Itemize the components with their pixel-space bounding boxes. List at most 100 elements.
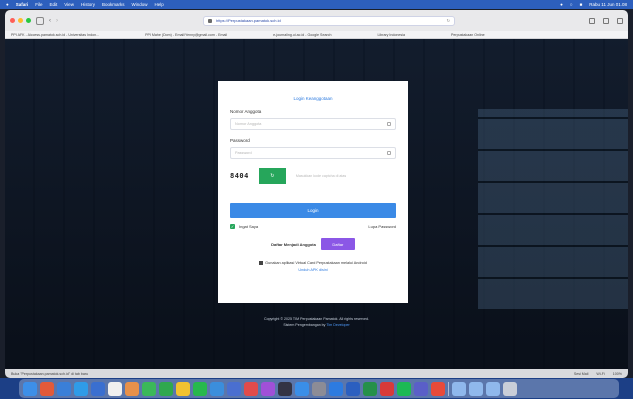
spotify-icon[interactable] [397, 381, 411, 396]
remember-me-label[interactable]: Ingat Saya [239, 224, 258, 229]
password-input[interactable]: Password [230, 147, 396, 159]
remember-me-checkbox[interactable]: ✓ [230, 224, 235, 229]
menu-window[interactable]: Window [131, 2, 147, 7]
status-item: Wi-Fi [596, 371, 605, 376]
register-button[interactable]: Daftar [320, 238, 355, 250]
menu-bookmarks[interactable]: Bookmarks [102, 2, 125, 7]
podcasts-icon[interactable] [261, 381, 275, 396]
footer-credit: Sistem Pengembangan by Tim Developer [5, 323, 628, 327]
desktop-bottom [0, 378, 633, 399]
download-apk-link[interactable]: Unduh APK disini [230, 268, 396, 272]
teams-icon[interactable] [414, 381, 428, 396]
footer-credit-prefix: Sistem Pengembangan by [283, 323, 326, 327]
new-tab-icon[interactable] [603, 17, 609, 24]
toolbar-right-icons [589, 17, 623, 24]
pdf-icon[interactable] [380, 381, 394, 396]
close-window-button[interactable] [10, 18, 15, 23]
window-controls [10, 18, 31, 23]
menubar-clock[interactable]: Rabu 11 Jun 01.08 [589, 2, 627, 7]
menu-view[interactable]: View [64, 2, 74, 7]
status-item: 100% [612, 371, 622, 376]
notes-icon[interactable] [91, 381, 105, 396]
menu-edit[interactable]: Edit [50, 2, 58, 7]
member-number-label: Nomor Anggota [230, 109, 262, 114]
bookmark-item[interactable]: Library Indonesia [377, 33, 405, 37]
zoom-window-button[interactable] [26, 18, 31, 23]
menu-app-name[interactable]: Safari [16, 2, 29, 7]
facetime-icon[interactable] [159, 381, 173, 396]
reload-icon[interactable]: ↻ [447, 18, 450, 23]
zoom-icon[interactable] [329, 381, 343, 396]
forward-icon[interactable]: › [56, 18, 58, 24]
forgot-password-link[interactable]: Lupa Password [368, 224, 396, 229]
menu-file[interactable]: File [35, 2, 42, 7]
photos-icon[interactable] [125, 381, 139, 396]
bookmark-item[interactable]: PPI Mahe (Dom) - Email/Yenny@gmail.com -… [145, 33, 227, 37]
android-icon [259, 261, 264, 265]
vpn-icon[interactable] [431, 381, 445, 396]
footer-developer-link[interactable]: Tim Developer [326, 323, 349, 327]
lock-icon [387, 151, 391, 155]
share-icon[interactable] [589, 17, 595, 24]
refresh-captcha-button[interactable]: ↻ [258, 168, 286, 184]
page-footer: Copyright © 2025 TIM Perpustakaan Pamato… [5, 317, 628, 327]
address-url: https://Perpustakaan.pamatok.sch.id [216, 18, 281, 23]
register-row: Daftar Menjadi Anggota Daftar [230, 238, 396, 250]
bookmark-item[interactable]: PPI AFK - Aiccess.pamatok.sch.id - Unive… [11, 33, 99, 37]
files-icon[interactable] [227, 381, 241, 396]
minimize-window-button[interactable] [18, 18, 23, 23]
settings-icon[interactable] [312, 381, 326, 396]
excel-icon[interactable] [363, 381, 377, 396]
sidebar-toggle-icon[interactable] [36, 16, 44, 25]
bookmarks-bar: PPI AFK - Aiccess.pamatok.sch.id - Unive… [5, 31, 628, 39]
bookmark-item[interactable]: e-journaling.ui.ac.id - Google Search [273, 33, 331, 37]
back-icon[interactable]: ‹ [49, 18, 51, 24]
appstore-icon[interactable] [295, 381, 309, 396]
search-icon[interactable]: ○ [570, 2, 573, 7]
status-right: Sesi Mail Wi-Fi 100% [574, 372, 622, 376]
android-notice-text: Gunakan aplikasi Virtual Card Perpustaka… [265, 261, 367, 265]
word-icon[interactable] [346, 381, 360, 396]
launchpad-icon[interactable] [40, 381, 54, 396]
chrome-icon[interactable] [176, 381, 190, 396]
remember-row: ✓ Ingat Saya Lupa Password [230, 224, 396, 229]
captcha-input[interactable]: Masukkan kode captcha di atas [296, 170, 396, 182]
whatsapp-icon[interactable] [193, 381, 207, 396]
captcha-row: 8404 ↻ Masukkan kode captcha di atas [230, 168, 396, 184]
dock [19, 379, 619, 398]
finder-icon[interactable] [23, 381, 37, 396]
captcha-code: 8404 [230, 172, 249, 180]
music-icon[interactable] [244, 381, 258, 396]
browser-toolbar: ‹ › https://Perpustakaan.pamatok.sch.id … [5, 10, 628, 31]
messages-icon[interactable] [142, 381, 156, 396]
menu-help[interactable]: Help [155, 2, 164, 7]
login-button[interactable]: Login [230, 203, 396, 218]
folder-downloads-icon[interactable] [452, 381, 466, 396]
trash-icon[interactable] [503, 381, 517, 396]
menu-history[interactable]: History [81, 2, 95, 7]
apple-icon[interactable]: ● [6, 2, 9, 7]
status-link-preview: Buka "Perpustakaan.pamatok.sch.id" di ta… [11, 371, 89, 376]
lock-icon [208, 18, 212, 23]
address-bar[interactable]: https://Perpustakaan.pamatok.sch.id ↻ [203, 15, 455, 26]
control-center-icon[interactable]: ■ [580, 2, 583, 7]
wifi-icon[interactable]: ● [560, 2, 563, 7]
menu-bar: ● Safari File Edit View History Bookmark… [0, 0, 633, 9]
dock-separator [448, 381, 449, 396]
folder-desktop-icon[interactable] [486, 381, 500, 396]
tv-icon[interactable] [278, 381, 292, 396]
calendar-icon[interactable] [108, 381, 122, 396]
bookmark-item[interactable]: Perpustakaan Online [451, 33, 485, 37]
member-number-input[interactable]: Nomor Anggota [230, 118, 396, 130]
safari-icon[interactable] [74, 381, 88, 396]
tab-overview-icon[interactable] [617, 17, 623, 24]
mail-icon[interactable] [57, 381, 71, 396]
footer-copyright: Copyright © 2025 TIM Perpustakaan Pamato… [263, 317, 370, 321]
folder-documents-icon[interactable] [469, 381, 483, 396]
member-number-placeholder: Nomor Anggota [235, 122, 262, 126]
refresh-icon: ↻ [270, 173, 275, 179]
maps-icon[interactable] [210, 381, 224, 396]
status-bar: Buka "Perpustakaan.pamatok.sch.id" di ta… [5, 369, 628, 378]
password-label: Password [230, 138, 250, 143]
page-background: Login Keanggotaan Nomor Anggota Nomor An… [5, 39, 628, 378]
